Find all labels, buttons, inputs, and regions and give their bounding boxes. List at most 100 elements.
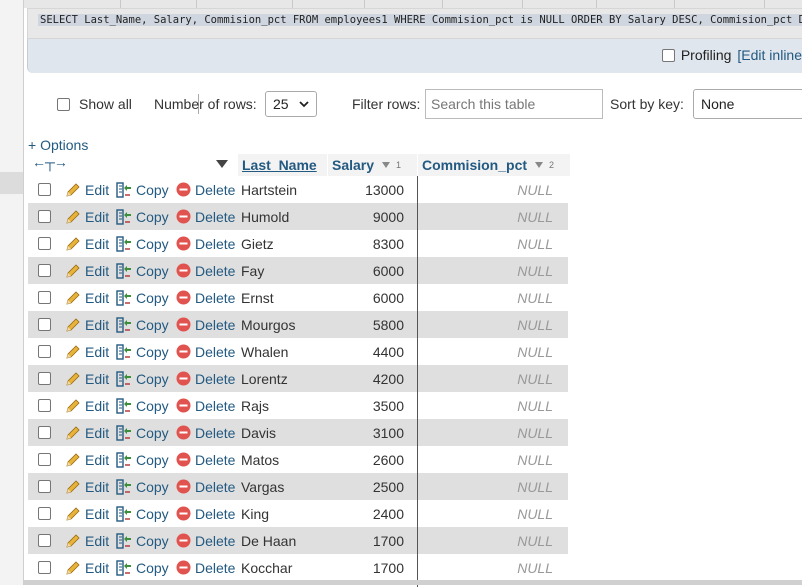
number-of-rows-select[interactable]: 25 (265, 91, 317, 117)
row-checkbox[interactable] (38, 534, 51, 547)
row-checkbox[interactable] (38, 399, 51, 412)
cell-commision-pct[interactable]: NULL (418, 203, 553, 230)
edit-inline-link[interactable]: [Edit inline (737, 47, 802, 63)
cell-commision-pct[interactable]: NULL (418, 284, 553, 311)
cell-commision-pct[interactable]: NULL (418, 257, 553, 284)
cell-salary[interactable]: 1700 (328, 527, 404, 554)
edit-button[interactable]: Edit (65, 311, 109, 338)
copy-button[interactable]: Copy (116, 257, 169, 284)
copy-button[interactable]: Copy (116, 230, 169, 257)
delete-button[interactable]: Delete (176, 230, 235, 257)
edit-button[interactable]: Edit (65, 338, 109, 365)
edit-button[interactable]: Edit (65, 176, 109, 203)
cell-last-name[interactable]: Lorentz (241, 365, 288, 392)
delete-button[interactable]: Delete (176, 527, 235, 554)
cell-salary[interactable]: 4400 (328, 338, 404, 365)
copy-button[interactable]: Copy (116, 176, 169, 203)
edit-button[interactable]: Edit (65, 392, 109, 419)
cell-last-name[interactable]: Fay (241, 257, 264, 284)
row-checkbox[interactable] (38, 507, 51, 520)
show-all-checkbox[interactable] (57, 97, 70, 111)
cell-commision-pct[interactable]: NULL (418, 176, 553, 203)
cell-commision-pct[interactable]: NULL (418, 527, 553, 554)
cell-last-name[interactable]: Whalen (241, 338, 288, 365)
delete-button[interactable]: Delete (176, 365, 235, 392)
delete-button[interactable]: Delete (176, 203, 235, 230)
cell-commision-pct[interactable]: NULL (418, 473, 553, 500)
cell-last-name[interactable]: King (241, 500, 269, 527)
edit-button[interactable]: Edit (65, 446, 109, 473)
row-checkbox[interactable] (38, 210, 51, 223)
edit-button[interactable]: Edit (65, 500, 109, 527)
delete-button[interactable]: Delete (176, 338, 235, 365)
cell-last-name[interactable]: Gietz (241, 230, 274, 257)
cell-commision-pct[interactable]: NULL (418, 392, 553, 419)
profiling-checkbox[interactable] (661, 48, 675, 62)
edit-button[interactable]: Edit (65, 527, 109, 554)
copy-button[interactable]: Copy (116, 500, 169, 527)
edit-button[interactable]: Edit (65, 554, 109, 581)
cell-salary[interactable]: 2500 (328, 473, 404, 500)
edit-button[interactable]: Edit (65, 203, 109, 230)
cell-salary[interactable]: 8300 (328, 230, 404, 257)
cell-last-name[interactable]: Davis (241, 419, 276, 446)
delete-button[interactable]: Delete (176, 500, 235, 527)
row-checkbox[interactable] (38, 426, 51, 439)
cell-commision-pct[interactable]: NULL (418, 311, 553, 338)
edit-button[interactable]: Edit (65, 365, 109, 392)
cell-salary[interactable]: 3500 (328, 392, 404, 419)
copy-button[interactable]: Copy (116, 554, 169, 581)
row-checkbox[interactable] (38, 237, 51, 250)
column-header-salary[interactable]: Salary 1 (327, 154, 422, 176)
cell-last-name[interactable]: Matos (241, 446, 279, 473)
copy-button[interactable]: Copy (116, 203, 169, 230)
cell-salary[interactable]: 2600 (328, 446, 404, 473)
cell-last-name[interactable]: Humold (241, 203, 289, 230)
row-checkbox[interactable] (38, 345, 51, 358)
delete-button[interactable]: Delete (176, 257, 235, 284)
edit-button[interactable]: Edit (65, 230, 109, 257)
cell-salary[interactable]: 5800 (328, 311, 404, 338)
cell-salary[interactable]: 6000 (328, 257, 404, 284)
cell-last-name[interactable]: Kocchar (241, 554, 292, 581)
cell-salary[interactable]: 4200 (328, 365, 404, 392)
options-link[interactable]: + Options (28, 137, 88, 153)
cell-salary[interactable]: 3100 (328, 419, 404, 446)
row-checkbox[interactable] (38, 183, 51, 196)
cell-last-name[interactable]: Rajs (241, 392, 269, 419)
row-checkbox[interactable] (38, 561, 51, 574)
cell-commision-pct[interactable]: NULL (418, 554, 553, 581)
delete-button[interactable]: Delete (176, 446, 235, 473)
cell-salary[interactable]: 2400 (328, 500, 404, 527)
cell-last-name[interactable]: Mourgos (241, 311, 295, 338)
cell-commision-pct[interactable]: NULL (418, 338, 553, 365)
cell-last-name[interactable]: Ernst (241, 284, 274, 311)
delete-button[interactable]: Delete (176, 419, 235, 446)
cell-last-name[interactable]: Hartstein (241, 176, 297, 203)
copy-button[interactable]: Copy (116, 284, 169, 311)
copy-button[interactable]: Copy (116, 392, 169, 419)
edit-button[interactable]: Edit (65, 473, 109, 500)
cell-commision-pct[interactable]: NULL (418, 446, 553, 473)
edit-button[interactable]: Edit (65, 257, 109, 284)
delete-button[interactable]: Delete (176, 392, 235, 419)
edit-button[interactable]: Edit (65, 419, 109, 446)
row-checkbox[interactable] (38, 480, 51, 493)
row-checkbox[interactable] (38, 264, 51, 277)
column-header-commision-pct[interactable]: Commision_pct 2 (417, 154, 570, 176)
delete-button[interactable]: Delete (176, 311, 235, 338)
edit-button[interactable]: Edit (65, 284, 109, 311)
cell-salary[interactable]: 6000 (328, 284, 404, 311)
row-checkbox[interactable] (38, 318, 51, 331)
cell-commision-pct[interactable]: NULL (418, 365, 553, 392)
copy-button[interactable]: Copy (116, 527, 169, 554)
cell-last-name[interactable]: Vargas (241, 473, 284, 500)
copy-button[interactable]: Copy (116, 473, 169, 500)
show-all-control[interactable]: Show all (57, 89, 132, 119)
cell-commision-pct[interactable]: NULL (418, 230, 553, 257)
sql-query-text[interactable]: SELECT Last_Name, Salary, Commision_pct … (38, 14, 802, 26)
delete-button[interactable]: Delete (176, 554, 235, 581)
horizontal-scrollbar[interactable] (24, 580, 802, 585)
cell-commision-pct[interactable]: NULL (418, 419, 553, 446)
row-checkbox[interactable] (38, 453, 51, 466)
